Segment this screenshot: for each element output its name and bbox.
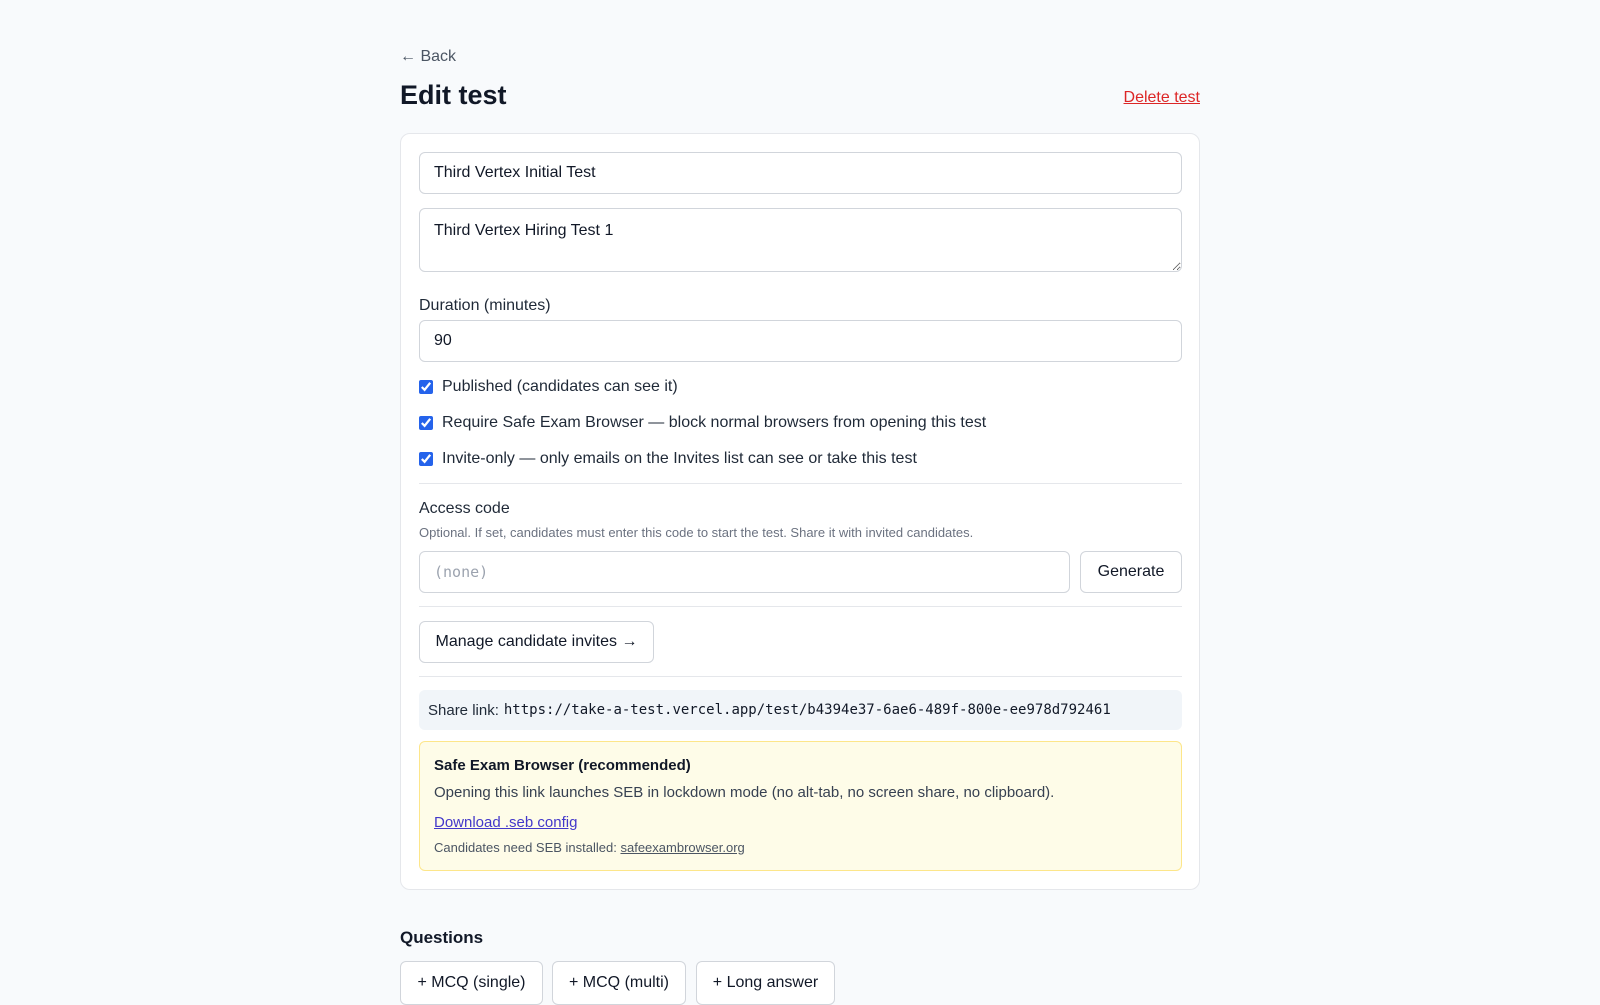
add-long-answer-button[interactable]: + Long answer: [696, 961, 835, 1005]
invite-only-checkbox-row[interactable]: Invite-only — only emails on the Invites…: [419, 450, 917, 468]
duration-input[interactable]: [419, 320, 1182, 362]
divider: [419, 483, 1182, 484]
seb-notice: Safe Exam Browser (recommended) Opening …: [419, 741, 1182, 871]
seb-website-link[interactable]: safeexambrowser.org: [620, 840, 744, 855]
page-title: Edit test: [400, 80, 507, 110]
questions-heading: Questions: [400, 928, 484, 947]
add-mcq-multi-button[interactable]: + MCQ (multi): [552, 961, 686, 1005]
published-checkbox-row[interactable]: Published (candidates can see it): [419, 378, 678, 396]
access-code-input[interactable]: [419, 551, 1070, 593]
delete-test-link[interactable]: Delete test: [1124, 89, 1200, 107]
access-code-hint: Optional. If set, candidates must enter …: [419, 525, 974, 540]
share-link-url[interactable]: https://take-a-test.vercel.app/test/b439…: [504, 702, 1111, 718]
require-seb-checkbox-label: Require Safe Exam Browser — block normal…: [442, 414, 987, 431]
test-title-input[interactable]: [419, 152, 1182, 194]
share-link-box: Share link: https://take-a-test.vercel.a…: [419, 690, 1182, 730]
add-mcq-single-button[interactable]: + MCQ (single): [400, 961, 543, 1005]
download-seb-config-link[interactable]: Download .seb config: [434, 814, 577, 831]
duration-label: Duration (minutes): [419, 297, 551, 314]
require-seb-checkbox[interactable]: [419, 416, 433, 430]
manage-invites-button[interactable]: Manage candidate invites →: [419, 621, 654, 663]
invite-only-checkbox[interactable]: [419, 452, 433, 466]
seb-notice-title: Safe Exam Browser (recommended): [434, 757, 691, 774]
divider: [419, 606, 1182, 607]
test-settings-card: Third Vertex Hiring Test 1 Duration (min…: [400, 133, 1200, 890]
published-checkbox-label: Published (candidates can see it): [442, 378, 678, 395]
seb-notice-description: Opening this link launches SEB in lockdo…: [434, 784, 1055, 801]
seb-install-note: Candidates need SEB installed: safeexamb…: [434, 840, 745, 855]
invite-only-checkbox-label: Invite-only — only emails on the Invites…: [442, 450, 917, 467]
back-link[interactable]: ← Back: [400, 48, 456, 66]
access-code-label: Access code: [419, 500, 510, 517]
require-seb-checkbox-row[interactable]: Require Safe Exam Browser — block normal…: [419, 414, 986, 432]
published-checkbox[interactable]: [419, 380, 433, 394]
share-link-label: Share link:: [428, 701, 499, 719]
test-description-textarea[interactable]: Third Vertex Hiring Test 1: [419, 208, 1182, 272]
seb-install-note-text: Candidates need SEB installed:: [434, 840, 617, 855]
divider: [419, 676, 1182, 677]
generate-button[interactable]: Generate: [1080, 551, 1182, 593]
